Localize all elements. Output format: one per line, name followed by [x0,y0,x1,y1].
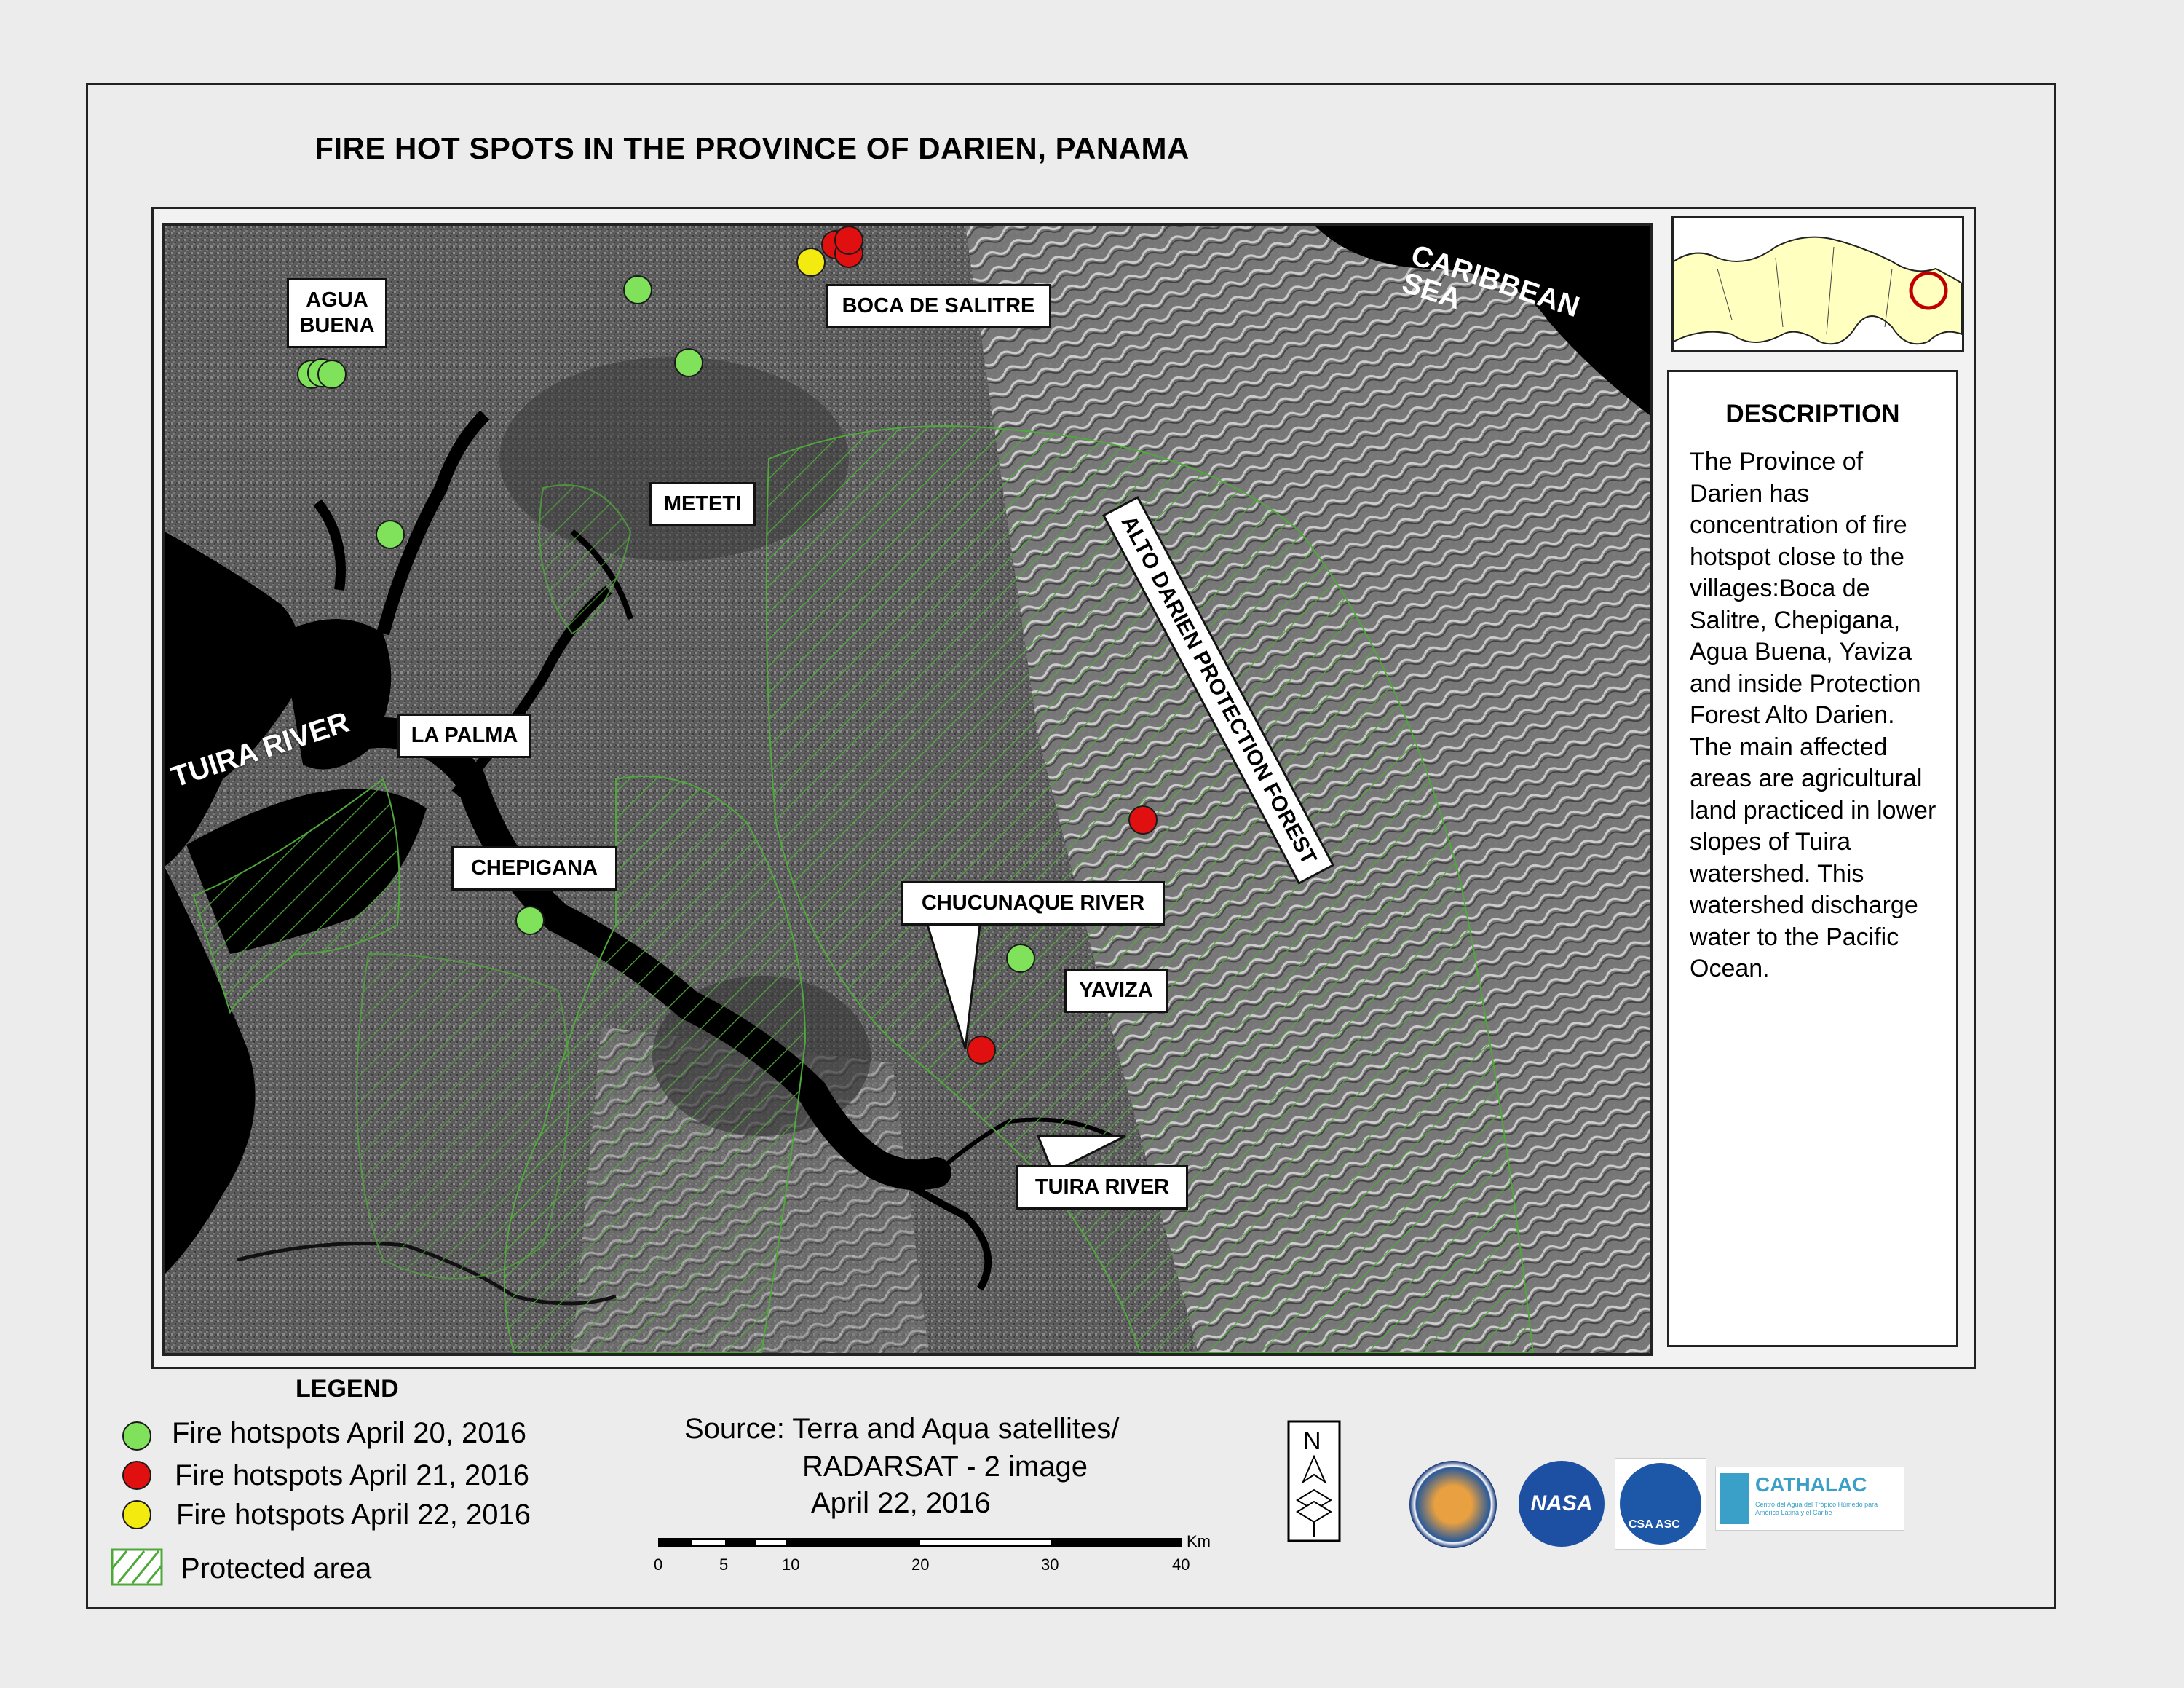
hotspot-april21[interactable] [967,1036,996,1065]
map-graphics [165,226,1650,1353]
description-panel: DESCRIPTION The Province of Darien has c… [1667,370,1958,1347]
hotspot-april20[interactable] [317,360,347,389]
scale-tick-5: 5 [719,1555,729,1574]
csa-logo: CSA ASC [1615,1458,1706,1550]
radar-map[interactable]: CARIBBEAN SEA TUIRA RIVER ALTO DARIEN PR… [162,223,1653,1356]
source-line3: April 22, 2016 [811,1487,991,1519]
legend-item-april22: Fire hotspots April 22, 2016 [176,1499,531,1531]
legend-red-dot [122,1461,151,1490]
hotspot-april21[interactable] [834,226,863,255]
hotspot-april20[interactable] [1006,944,1035,973]
description-text: The Province of Darien has concentration… [1690,448,1936,982]
label-chepigana: CHEPIGANA [451,846,617,891]
label-agua-buena: AGUA BUENA [287,278,387,348]
panama-inset-graphic [1674,218,1962,350]
legend-item-protected: Protected area [181,1553,372,1585]
scale-tick-0: 0 [654,1555,663,1574]
cathalac-logo: CATHALAC Centro del Agua del Trópico Húm… [1715,1467,1904,1531]
north-arrow-icon: N [1287,1420,1341,1542]
description-heading: DESCRIPTION [1725,400,1900,428]
source-line2: RADARSAT - 2 image [802,1451,1088,1483]
nasa-logo-text: NASA [1530,1491,1593,1515]
hotspot-april21[interactable] [1128,805,1158,835]
hotspot-april20[interactable] [674,348,703,377]
north-letter: N [1303,1427,1321,1455]
legend-yellow-dot [122,1500,151,1529]
label-boca-de-salitre: BOCA DE SALITRE [826,284,1051,328]
legend-item-april21: Fire hotspots April 21, 2016 [175,1459,529,1491]
source-line1: Source: Terra and Aqua satellites/ [684,1413,1120,1445]
label-tuira-river: TUIRA RIVER [1016,1165,1188,1210]
legend-protected-swatch [111,1548,163,1586]
legend-title: LEGEND [296,1375,399,1403]
nasa-logo: NASA [1519,1461,1605,1547]
scale-tick-40: 40 [1172,1555,1190,1574]
charter-logo [1409,1461,1497,1548]
hotspot-april22[interactable] [796,248,826,277]
map-title: FIRE HOT SPOTS IN THE PROVINCE OF DARIEN… [314,131,1190,165]
cathalac-logo-subtitle: Centro del Agua del Trópico Húmedo para … [1755,1501,1878,1516]
legend-green-dot [122,1421,151,1451]
label-meteti: METETI [649,482,756,526]
cathalac-logo-text: CATHALAC [1755,1473,1867,1496]
label-chucunaque-river: CHUCUNAQUE RIVER [901,881,1165,926]
scale-tick-30: 30 [1041,1555,1059,1574]
label-la-palma: LA PALMA [397,714,531,758]
scale-bar [658,1538,1182,1547]
hotspot-april20[interactable] [376,520,405,549]
label-yaviza: YAVIZA [1064,969,1168,1013]
scale-tick-20: 20 [911,1555,930,1574]
scale-tick-10: 10 [782,1555,800,1574]
csa-logo-text: CSA ASC [1629,1518,1680,1531]
scale-unit: Km [1187,1532,1211,1550]
legend-item-april20: Fire hotspots April 20, 2016 [172,1417,526,1449]
hotspot-april20[interactable] [623,275,652,304]
hotspot-april20[interactable] [515,906,545,935]
location-inset-map[interactable] [1671,216,1964,352]
